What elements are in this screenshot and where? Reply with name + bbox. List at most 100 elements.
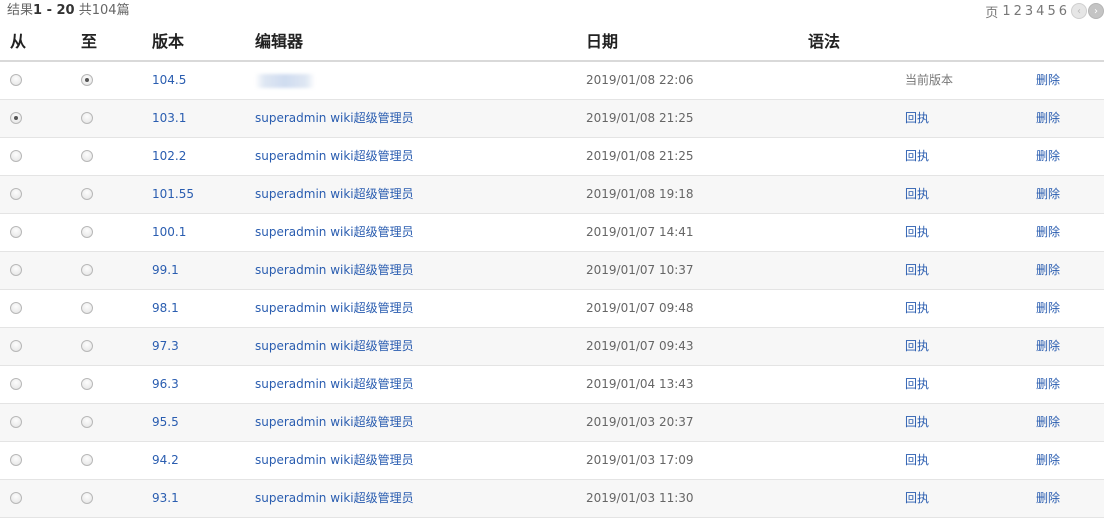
delete-link[interactable]: 删除 bbox=[1036, 214, 1060, 251]
delete-link[interactable]: 删除 bbox=[1036, 404, 1060, 441]
delete-link[interactable]: 删除 bbox=[1036, 100, 1060, 137]
to-radio[interactable] bbox=[81, 264, 93, 276]
version-link[interactable]: 103.1 bbox=[152, 100, 186, 137]
table-row: 102.2 superadmin wiki超级管理员 2019/01/08 21:2… bbox=[0, 138, 1104, 176]
from-radio[interactable] bbox=[10, 378, 22, 390]
revision-table-body: 104.5 2019/01/08 22:06 当前版本 删除 103.1 superadm… bbox=[0, 62, 1104, 518]
editor-link[interactable]: superadmin wiki超级管理员 bbox=[255, 138, 414, 175]
redacted-editor bbox=[255, 74, 315, 88]
to-radio[interactable] bbox=[81, 226, 93, 238]
revert-link[interactable]: 回执 bbox=[905, 138, 929, 175]
to-radio[interactable] bbox=[81, 302, 93, 314]
editor-link[interactable]: superadmin wiki超级管理员 bbox=[255, 290, 414, 327]
revert-link[interactable]: 回执 bbox=[905, 442, 929, 479]
version-link[interactable]: 99.1 bbox=[152, 252, 179, 289]
delete-link[interactable]: 删除 bbox=[1036, 366, 1060, 403]
to-radio[interactable] bbox=[81, 150, 93, 162]
chevron-right-icon[interactable]: › bbox=[1088, 3, 1104, 19]
results-total: 共104篇 bbox=[78, 3, 130, 18]
delete-link[interactable]: 删除 bbox=[1036, 480, 1060, 517]
page-link[interactable]: 4 bbox=[1036, 4, 1044, 19]
column-header-from: 从 bbox=[10, 32, 27, 51]
table-row: 103.1 superadmin wiki超级管理员 2019/01/08 21:2… bbox=[0, 100, 1104, 138]
table-row: 95.5 superadmin wiki超级管理员 2019/01/03 20:37… bbox=[0, 404, 1104, 442]
editor-link[interactable]: superadmin wiki超级管理员 bbox=[255, 480, 414, 517]
version-link[interactable]: 101.55 bbox=[152, 176, 194, 213]
revision-date: 2019/01/07 09:43 bbox=[586, 339, 694, 353]
version-link[interactable]: 104.5 bbox=[152, 62, 186, 99]
revert-link[interactable]: 回执 bbox=[905, 404, 929, 441]
to-radio[interactable] bbox=[81, 74, 93, 86]
version-link[interactable]: 98.1 bbox=[152, 290, 179, 327]
revert-link[interactable]: 回执 bbox=[905, 328, 929, 365]
revision-date: 2019/01/08 21:25 bbox=[586, 111, 694, 125]
to-radio[interactable] bbox=[81, 378, 93, 390]
editor-link[interactable]: superadmin wiki超级管理员 bbox=[255, 442, 414, 479]
version-link[interactable]: 97.3 bbox=[152, 328, 179, 365]
from-radio[interactable] bbox=[10, 188, 22, 200]
revision-date: 2019/01/03 20:37 bbox=[586, 415, 694, 429]
revision-date: 2019/01/08 19:18 bbox=[586, 187, 694, 201]
editor-link[interactable]: superadmin wiki超级管理员 bbox=[255, 100, 414, 137]
delete-link[interactable]: 删除 bbox=[1036, 176, 1060, 213]
editor-link[interactable]: superadmin wiki超级管理员 bbox=[255, 328, 414, 365]
revision-date: 2019/01/08 21:25 bbox=[586, 149, 694, 163]
to-radio[interactable] bbox=[81, 340, 93, 352]
results-prefix: 结果 bbox=[7, 3, 34, 18]
table-row: 100.1 superadmin wiki超级管理员 2019/01/07 14:4… bbox=[0, 214, 1104, 252]
delete-link[interactable]: 删除 bbox=[1036, 252, 1060, 289]
page-link[interactable]: 2 bbox=[1014, 4, 1022, 19]
table-row: 96.3 superadmin wiki超级管理员 2019/01/04 13:43… bbox=[0, 366, 1104, 404]
revision-date: 2019/01/04 13:43 bbox=[586, 377, 694, 391]
version-link[interactable]: 94.2 bbox=[152, 442, 179, 479]
from-radio[interactable] bbox=[10, 264, 22, 276]
from-radio[interactable] bbox=[10, 492, 22, 504]
version-link[interactable]: 95.5 bbox=[152, 404, 179, 441]
from-radio[interactable] bbox=[10, 150, 22, 162]
delete-link[interactable]: 删除 bbox=[1036, 442, 1060, 479]
from-radio[interactable] bbox=[10, 454, 22, 466]
to-radio[interactable] bbox=[81, 454, 93, 466]
revert-link[interactable]: 回执 bbox=[905, 480, 929, 517]
to-radio[interactable] bbox=[81, 112, 93, 124]
page-link[interactable]: 3 bbox=[1025, 4, 1033, 19]
to-radio[interactable] bbox=[81, 492, 93, 504]
revert-link[interactable]: 回执 bbox=[905, 214, 929, 251]
revision-date: 2019/01/07 10:37 bbox=[586, 263, 694, 277]
version-link[interactable]: 102.2 bbox=[152, 138, 186, 175]
version-link[interactable]: 93.1 bbox=[152, 480, 179, 517]
from-radio[interactable] bbox=[10, 302, 22, 314]
delete-link[interactable]: 删除 bbox=[1036, 62, 1060, 99]
delete-link[interactable]: 删除 bbox=[1036, 328, 1060, 365]
chevron-left-icon[interactable]: ‹ bbox=[1071, 3, 1087, 19]
delete-link[interactable]: 删除 bbox=[1036, 138, 1060, 175]
from-radio[interactable] bbox=[10, 226, 22, 238]
editor-link[interactable]: superadmin wiki超级管理员 bbox=[255, 176, 414, 213]
from-radio[interactable] bbox=[10, 112, 22, 124]
version-link[interactable]: 100.1 bbox=[152, 214, 186, 251]
column-header-syntax: 语法 bbox=[808, 32, 841, 51]
from-radio[interactable] bbox=[10, 74, 22, 86]
from-radio[interactable] bbox=[10, 340, 22, 352]
editor-link[interactable]: superadmin wiki超级管理员 bbox=[255, 252, 414, 289]
revert-link[interactable]: 回执 bbox=[905, 366, 929, 403]
revert-link[interactable]: 回执 bbox=[905, 290, 929, 327]
editor-link[interactable]: superadmin wiki超级管理员 bbox=[255, 214, 414, 251]
version-link[interactable]: 96.3 bbox=[152, 366, 179, 403]
column-header-to: 至 bbox=[81, 32, 98, 51]
revert-link[interactable]: 回执 bbox=[905, 100, 929, 137]
table-row: 101.55 superadmin wiki超级管理员 2019/01/08 19:… bbox=[0, 176, 1104, 214]
page-link[interactable]: 6 bbox=[1059, 4, 1067, 19]
from-radio[interactable] bbox=[10, 416, 22, 428]
page-link[interactable]: 1 bbox=[1002, 4, 1010, 19]
revision-date: 2019/01/07 14:41 bbox=[586, 225, 694, 239]
revert-link[interactable]: 回执 bbox=[905, 176, 929, 213]
revert-link[interactable]: 回执 bbox=[905, 252, 929, 289]
page-link[interactable]: 5 bbox=[1047, 4, 1055, 19]
editor-link[interactable]: superadmin wiki超级管理员 bbox=[255, 366, 414, 403]
editor-link[interactable]: superadmin wiki超级管理员 bbox=[255, 404, 414, 441]
revision-date: 2019/01/03 17:09 bbox=[586, 453, 694, 467]
to-radio[interactable] bbox=[81, 188, 93, 200]
to-radio[interactable] bbox=[81, 416, 93, 428]
delete-link[interactable]: 删除 bbox=[1036, 290, 1060, 327]
